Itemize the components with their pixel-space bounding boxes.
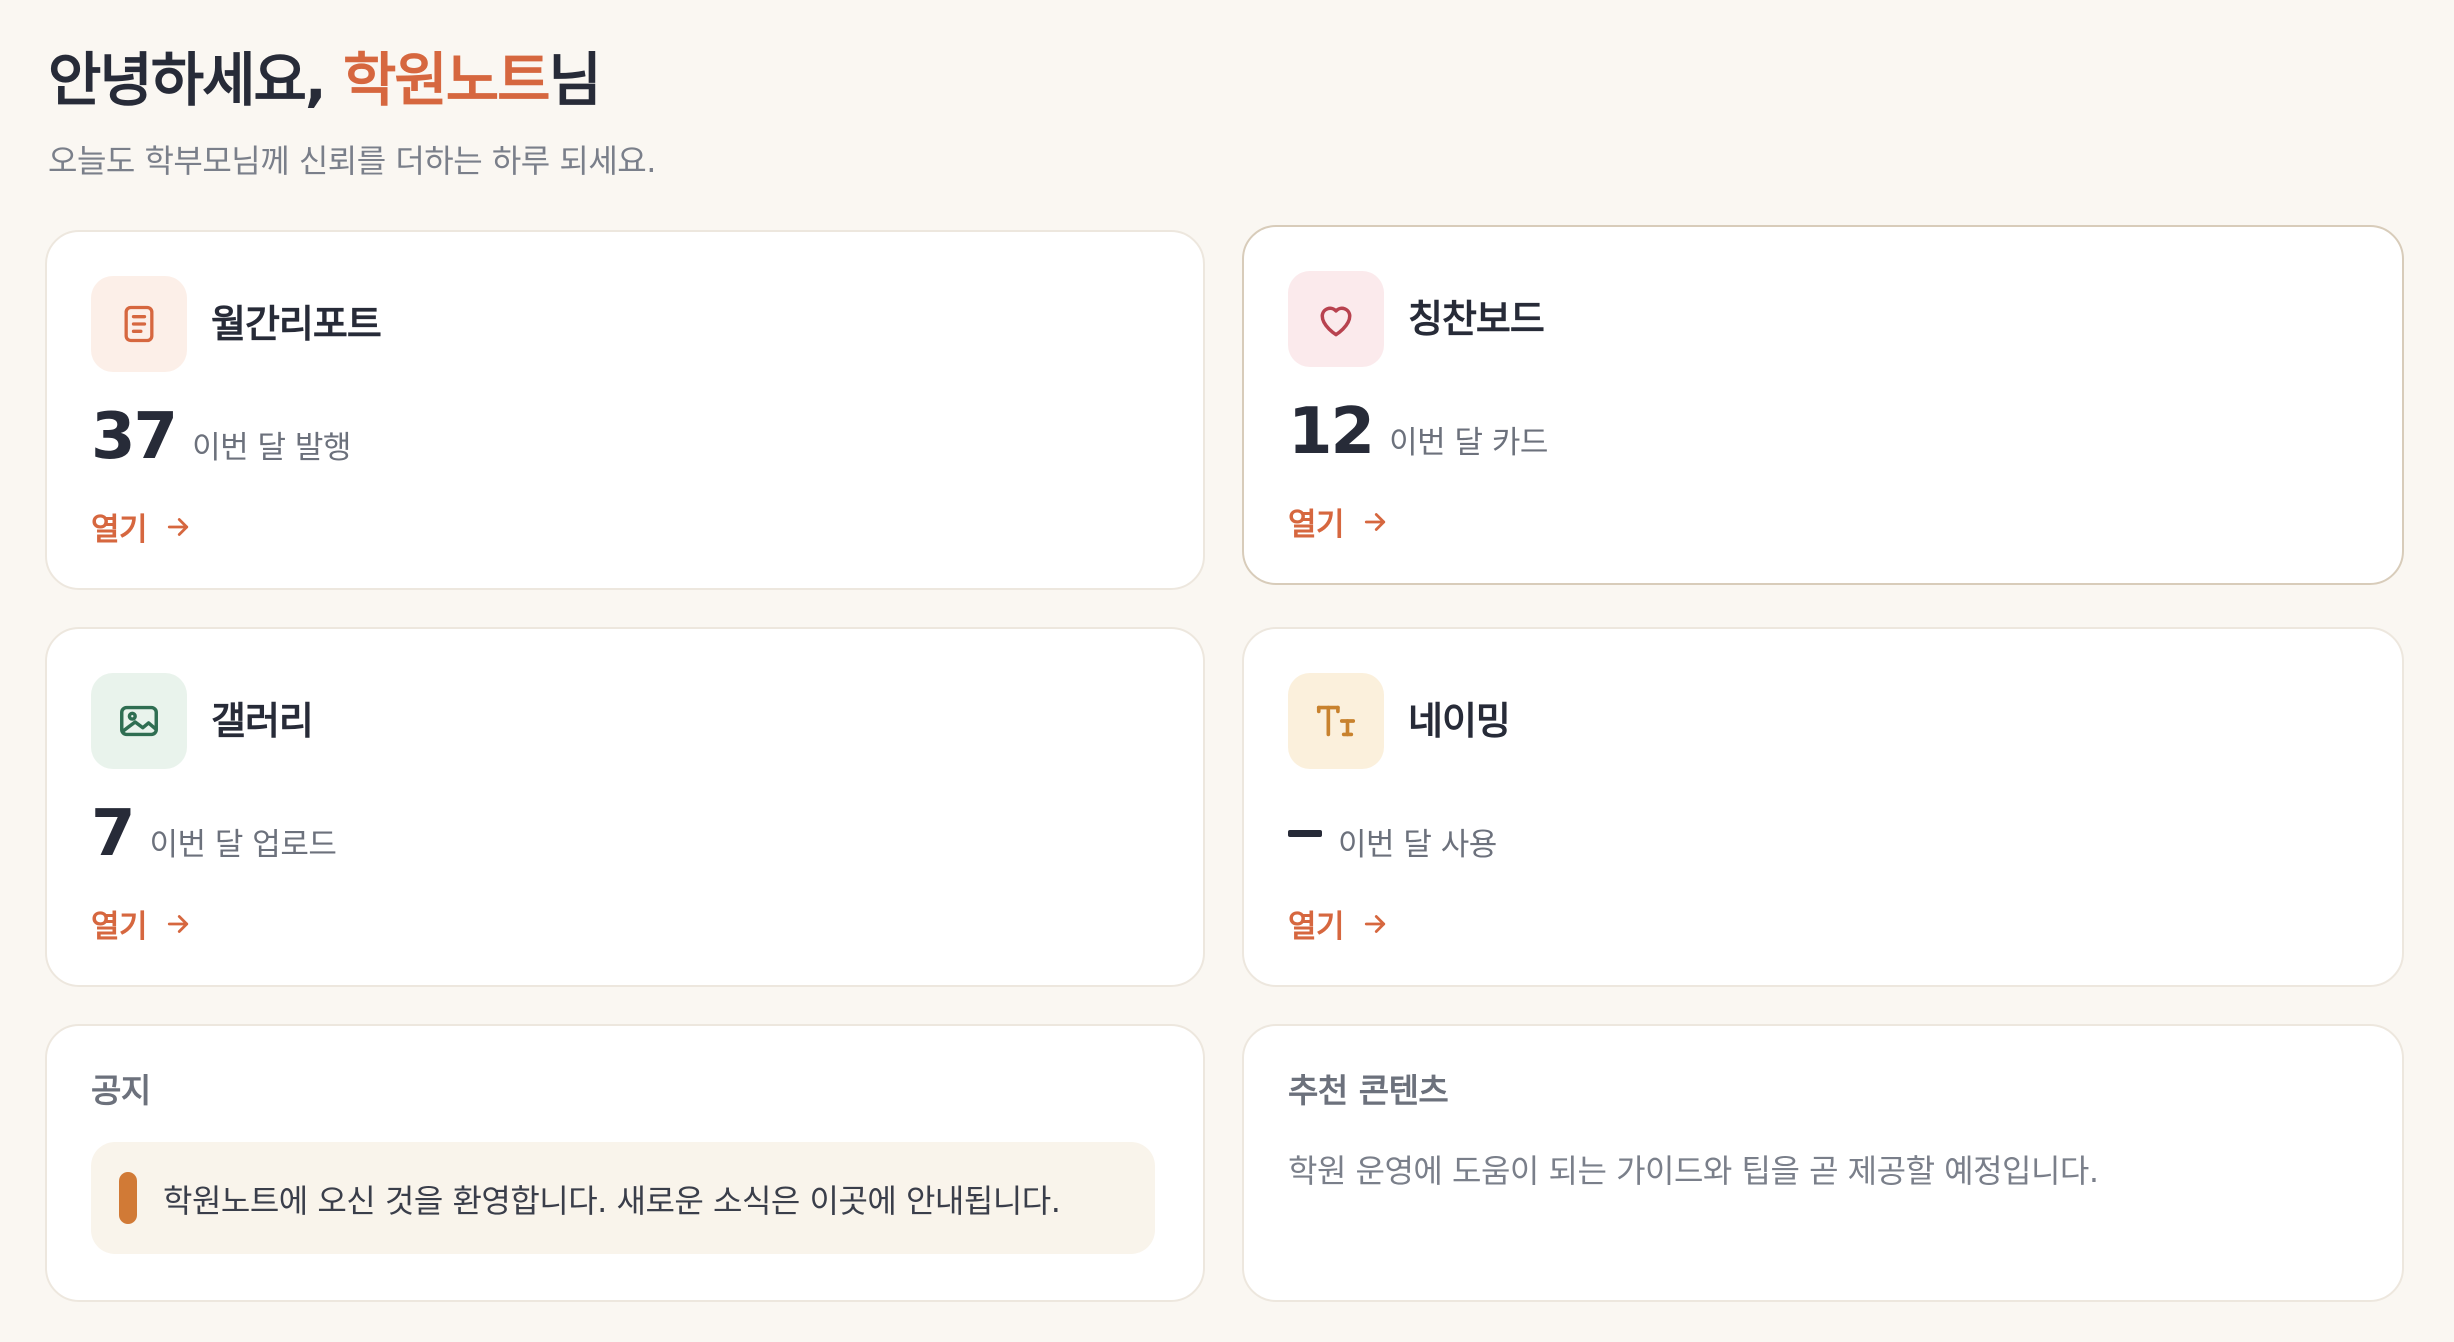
card-praise-board[interactable]: 칭찬보드 12 이번 달 카드 열기 <box>1242 225 2404 585</box>
open-praise-board-link[interactable]: 열기 <box>1288 499 1390 544</box>
image-icon <box>91 673 187 769</box>
card-stat: 12 이번 달 카드 <box>1288 395 1548 469</box>
card-title: 칭찬보드 <box>1408 297 1545 341</box>
arrow-right-icon <box>163 909 193 939</box>
recommended-title: 추천 콘텐츠 <box>1288 1071 1449 1110</box>
open-gallery-link[interactable]: 열기 <box>91 901 193 946</box>
open-link-label: 열기 <box>91 909 148 945</box>
open-link-label: 열기 <box>91 512 148 548</box>
open-naming-link[interactable]: 열기 <box>1288 901 1390 946</box>
arrow-right-icon <box>1360 909 1390 939</box>
stat-caption: 이번 달 사용 <box>1338 827 1497 863</box>
notice-message: 학원노트에 오신 것을 환영합니다. 새로운 소식은 이곳에 안내됩니다. <box>163 1182 1061 1220</box>
open-monthly-report-link[interactable]: 열기 <box>91 504 193 549</box>
notice-card: 공지 학원노트에 오신 것을 환영합니다. 새로운 소식은 이곳에 안내됩니다. <box>45 1024 1205 1302</box>
document-icon <box>91 276 187 372</box>
arrow-right-icon <box>163 512 193 542</box>
empty-value-dash <box>1288 830 1322 837</box>
card-stat: 37 이번 달 발행 <box>91 400 351 474</box>
stat-caption: 이번 달 발행 <box>192 430 351 466</box>
stat-value <box>1288 797 1322 871</box>
notice-title: 공지 <box>91 1071 151 1110</box>
card-naming[interactable]: 네이밍 이번 달 사용 열기 <box>1242 627 2404 987</box>
open-link-label: 열기 <box>1288 507 1345 543</box>
open-link-label: 열기 <box>1288 909 1345 945</box>
stat-value: 37 <box>91 400 178 474</box>
card-monthly-report[interactable]: 월간리포트 37 이번 달 발행 열기 <box>45 230 1205 590</box>
notice-accent-bar <box>119 1172 137 1224</box>
card-title: 갤러리 <box>211 699 314 743</box>
heart-icon <box>1288 271 1384 367</box>
greeting-subtitle: 오늘도 학부모님께 신뢰를 더하는 하루 되세요. <box>48 142 656 180</box>
recommended-card: 추천 콘텐츠 학원 운영에 도움이 되는 가이드와 팁을 곧 제공할 예정입니다… <box>1242 1024 2404 1302</box>
greeting-header: 안녕하세요, 학원노트님 오늘도 학부모님께 신뢰를 더하는 하루 되세요. <box>48 40 656 182</box>
stat-caption: 이번 달 카드 <box>1389 425 1548 461</box>
card-title: 월간리포트 <box>211 302 382 346</box>
card-title: 네이밍 <box>1408 699 1511 743</box>
greeting-suffix: 님 <box>548 46 601 114</box>
text-icon <box>1288 673 1384 769</box>
arrow-right-icon <box>1360 507 1390 537</box>
stat-caption: 이번 달 업로드 <box>149 827 337 863</box>
card-gallery[interactable]: 갤러리 7 이번 달 업로드 열기 <box>45 627 1205 987</box>
greeting-prefix: 안녕하세요, <box>48 46 344 114</box>
dashboard-page: 안녕하세요, 학원노트님 오늘도 학부모님께 신뢰를 더하는 하루 되세요. 월… <box>0 0 2454 1342</box>
notice-item[interactable]: 학원노트에 오신 것을 환영합니다. 새로운 소식은 이곳에 안내됩니다. <box>91 1142 1155 1254</box>
card-stat: 이번 달 사용 <box>1288 797 1497 871</box>
recommended-message: 학원 운영에 도움이 되는 가이드와 팁을 곧 제공할 예정입니다. <box>1288 1152 2099 1190</box>
stat-value: 12 <box>1288 395 1375 469</box>
academy-name: 학원노트 <box>343 46 550 114</box>
stat-value: 7 <box>91 797 136 871</box>
card-stat: 7 이번 달 업로드 <box>91 797 337 871</box>
greeting-title: 안녕하세요, 학원노트님 <box>48 40 656 120</box>
